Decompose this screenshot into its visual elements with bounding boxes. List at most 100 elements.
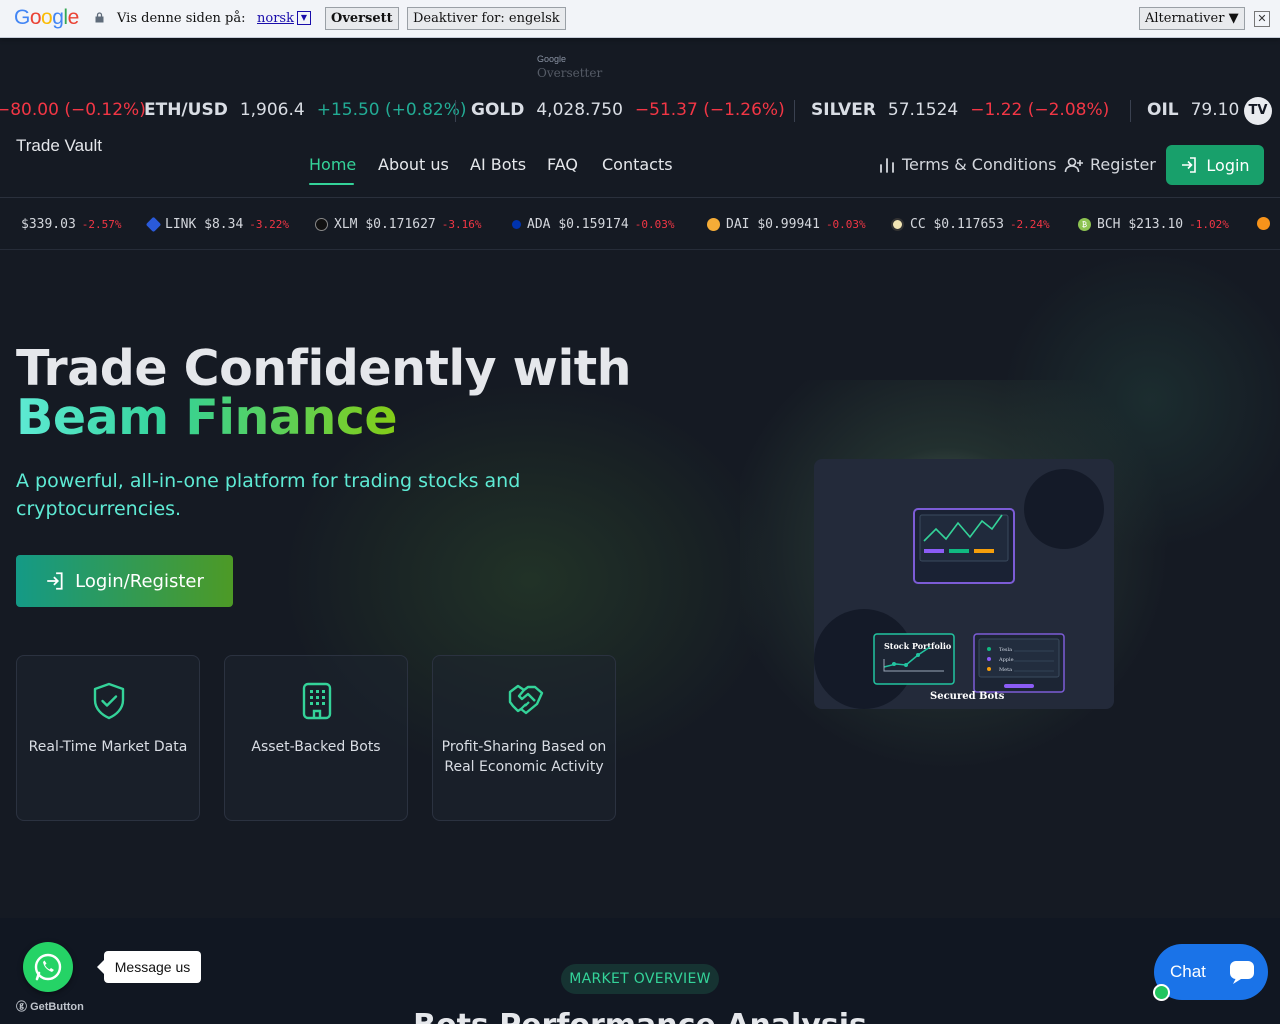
translate-mini-brand: Google [537,54,567,64]
chevron-down-icon[interactable]: ▼ [297,11,311,25]
bch-coin-icon: ₿ [1078,218,1091,231]
illustration-item: Meta [999,667,1012,673]
login-register-button[interactable]: Login/Register [16,555,233,607]
section-title: Bots Performance Analysis [0,1008,1280,1024]
terms-link[interactable]: Terms & Conditions [878,155,1056,174]
login-icon [47,572,63,590]
ticker-symbol: SILVER [811,100,876,120]
crypto-price: $339.03 [21,217,76,232]
brand-name[interactable]: Trade Vault [16,136,102,156]
crypto-price: $0.171627 [365,217,436,232]
register-label: Register [1090,155,1156,174]
crypto-change: -3.22% [249,218,290,231]
online-status-dot [1153,984,1170,1001]
dai-coin-icon [707,218,720,231]
trading-illustration: Stock Portfolio Tesla Apple Meta Secured… [814,469,1104,709]
crypto-symbol: LINK [165,217,197,232]
crypto-ticker-item[interactable]: ADA $0.159174 -0.03% [512,217,675,232]
getbutton-label: GetButton [30,1001,84,1013]
crypto-price: $213.10 [1128,217,1184,232]
nav-home[interactable]: Home [309,155,356,174]
shield-check-icon [93,682,125,720]
crypto-symbol: BCH [1097,217,1121,232]
whatsapp-message-bubble[interactable]: Message us [97,951,201,983]
illustration-item: Tesla [999,647,1012,653]
close-icon[interactable]: ✕ [1254,11,1270,27]
crypto-change: -0.03% [825,218,866,231]
ticker-change: +15.50 (+0.82%) [316,100,467,120]
getbutton-credit[interactable]: ⓖ GetButton [16,998,84,1014]
ticker-item[interactable]: OIL 79.10 [1147,100,1251,120]
whatsapp-button[interactable] [23,942,73,992]
ticker-divider [455,100,456,122]
terms-label: Terms & Conditions [902,155,1057,174]
user-plus-icon [1064,157,1083,172]
crypto-ticker-item[interactable]: CC $0.117653 -2.24% [891,217,1050,232]
crypto-change: -2.24% [1009,218,1050,231]
hero-title-highlight: Beam Finance [16,389,398,446]
google-logo: Google [14,6,79,29]
chat-bubble-icon [1224,954,1260,990]
feature-label: Real-Time Market Data [28,739,188,755]
ticker-change: −1.22 (−2.08%) [970,100,1110,120]
crypto-price: $8.34 [204,217,244,232]
nav-faq[interactable]: FAQ [547,155,578,174]
ticker-divider [1130,100,1131,122]
crypto-change: -3.16% [441,218,482,231]
illustration-item: Apple [998,657,1014,663]
translate-button[interactable]: Oversett [325,7,399,30]
crypto-change: -2.57% [81,218,122,231]
hero-illustration: Stock Portfolio Tesla Apple Meta Secured… [814,459,1114,709]
crypto-change: -1.02% [1189,218,1229,231]
login-icon [1182,157,1197,173]
chat-label: Chat [1170,962,1206,981]
crypto-ticker: $339.03 -2.57% LINK $8.34 -3.22% XLM $0.… [0,198,1280,250]
crypto-price: $0.99941 [757,217,820,232]
options-button[interactable]: Alternativer ▼ [1139,7,1245,30]
crypto-ticker-item[interactable]: ₿ BCH $213.10 -1.02% [1078,217,1229,232]
ticker-price: 1,906.4 [239,100,305,120]
ticker-item[interactable]: ETH/USD 1,906.4 +15.50 (+0.82%) [144,100,467,120]
xlm-coin-icon [315,218,328,231]
ticker-item[interactable]: GOLD 4,028.750 −51.37 (−1.26%) [471,100,785,120]
ticker-symbol: GOLD [471,100,525,120]
translate-bar: Google Vis denne siden på: norsk ▼ Overs… [0,0,1280,38]
link-coin-icon [145,216,162,233]
ticker-divider [794,100,795,122]
ticker-symbol: ETH/USD [144,100,228,120]
nav-active-indicator [309,183,354,185]
tradingview-logo[interactable]: TV [1244,97,1272,125]
disable-translate-button[interactable]: Deaktiver for: engelsk [407,7,566,30]
language-select[interactable]: norsk [257,11,294,26]
translate-mini-logo: Google Oversetter [537,54,602,80]
nav-ai-bots[interactable]: AI Bots [470,155,526,174]
hero-title: Trade Confidently with [16,340,632,397]
illustration-label: Stock Portfolio [884,641,952,651]
nav-about[interactable]: About us [378,155,449,174]
crypto-price: $0.159174 [558,217,629,232]
login-label: Login [1206,155,1250,175]
crypto-ticker-item[interactable]: XLM $0.171627 -3.16% [315,217,482,232]
crypto-ticker-item[interactable] [1257,217,1276,230]
nav-contacts[interactable]: Contacts [602,155,673,174]
crypto-price: $0.117653 [933,217,1004,232]
ticker-item[interactable]: −80.00 (−0.12%) [0,100,146,120]
crypto-ticker-item[interactable]: $339.03 -2.57% [21,217,122,232]
building-icon [302,682,332,720]
section-badge: MARKET OVERVIEW [561,964,719,994]
register-link[interactable]: Register [1064,155,1156,174]
crypto-ticker-item[interactable]: DAI $0.99941 -0.03% [707,217,866,232]
handshake-icon [508,684,544,715]
illustration-caption: Secured Bots [930,691,1005,702]
feature-label: Asset-Backed Bots [251,739,381,755]
cc-coin-icon [891,218,904,231]
crypto-symbol: XLM [334,217,358,232]
bar-chart-icon [880,157,894,173]
chat-button[interactable]: Chat [1154,944,1268,1000]
ticker-symbol: OIL [1147,100,1179,120]
ticker-item[interactable]: SILVER 57.1524 −1.22 (−2.08%) [811,100,1109,120]
cta-label: Login/Register [75,570,204,592]
login-button[interactable]: Login [1166,145,1264,185]
crypto-symbol: DAI [726,217,750,232]
crypto-ticker-item[interactable]: LINK $8.34 -3.22% [145,216,290,233]
